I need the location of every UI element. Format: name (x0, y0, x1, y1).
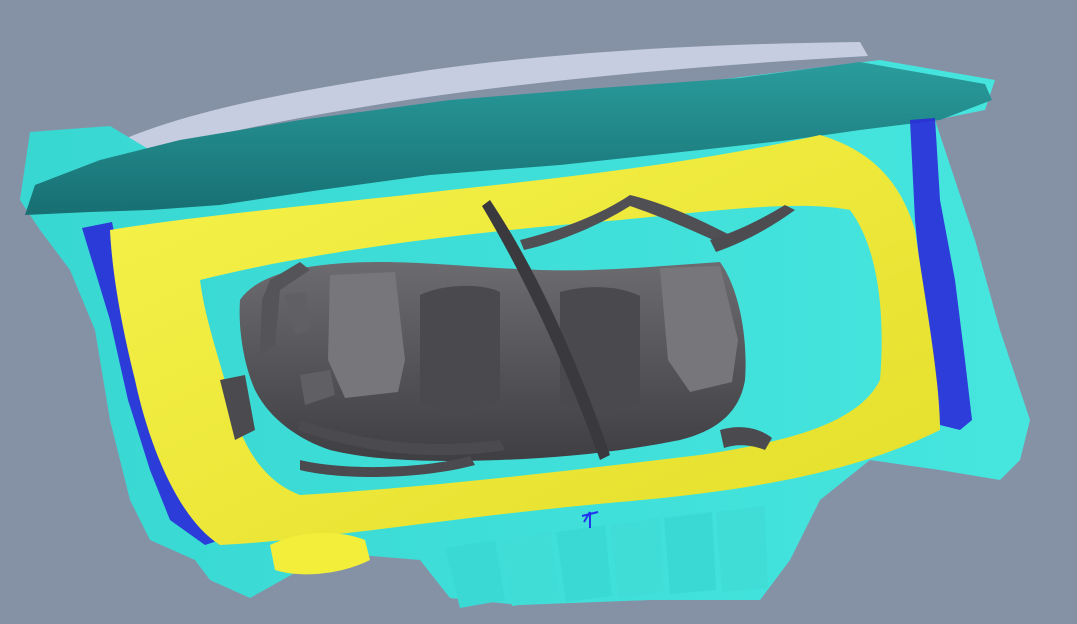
engine-bay-surround[interactable] (270, 533, 370, 575)
3d-viewport[interactable] (0, 0, 1077, 624)
scan-model[interactable] (0, 0, 1077, 624)
